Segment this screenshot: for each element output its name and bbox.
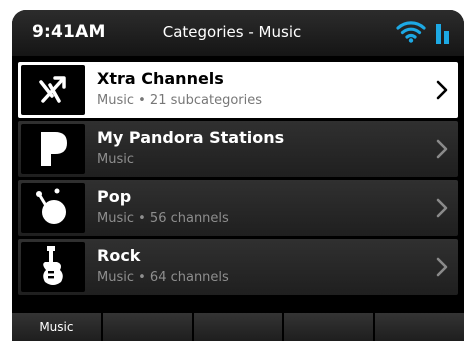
list-item-title: My Pandora Stations — [97, 128, 285, 147]
chevron-right-icon — [436, 139, 448, 159]
tab-music[interactable]: Music — [12, 313, 101, 341]
tab-empty-4[interactable] — [284, 313, 374, 341]
list-item-subtitle: Music • 56 channels — [97, 211, 229, 226]
category-list: Xtra Channels Music • 21 subcategories M… — [18, 62, 458, 298]
tab-empty-2[interactable] — [102, 313, 192, 341]
chevron-right-icon — [436, 257, 448, 277]
guitar-icon — [21, 242, 85, 292]
bottom-tab-bar: Music — [12, 313, 464, 341]
status-time: 9:41AM — [32, 22, 106, 42]
screen-title: Categories - Music — [162, 23, 302, 41]
list-item-pop[interactable]: Pop Music • 56 channels — [18, 180, 458, 236]
list-item-my-pandora-stations[interactable]: My Pandora Stations Music — [18, 121, 458, 177]
list-item-subtitle: Music • 21 subcategories — [97, 93, 263, 108]
list-item-title: Xtra Channels — [97, 69, 224, 88]
list-item-subtitle: Music — [97, 152, 134, 167]
wifi-icon — [396, 21, 426, 43]
chevron-right-icon — [436, 80, 448, 100]
list-item-subtitle: Music • 64 channels — [97, 270, 229, 285]
chevron-right-icon — [436, 198, 448, 218]
status-bar: 9:41AM Categories - Music — [12, 10, 464, 56]
device-screen: 9:41AM Categories - Music Xtra Channels — [12, 10, 464, 341]
pandora-logo-icon — [21, 124, 85, 174]
tab-empty-3[interactable] — [193, 313, 283, 341]
tab-empty-5[interactable] — [375, 313, 464, 341]
signal-bars-icon — [436, 24, 449, 44]
list-item-xtra-channels[interactable]: Xtra Channels Music • 21 subcategories — [18, 62, 458, 118]
shuffle-icon — [21, 65, 85, 115]
list-item-title: Rock — [97, 246, 141, 265]
list-item-title: Pop — [97, 187, 132, 206]
pop-icon — [21, 183, 85, 233]
list-item-rock[interactable]: Rock Music • 64 channels — [18, 239, 458, 295]
